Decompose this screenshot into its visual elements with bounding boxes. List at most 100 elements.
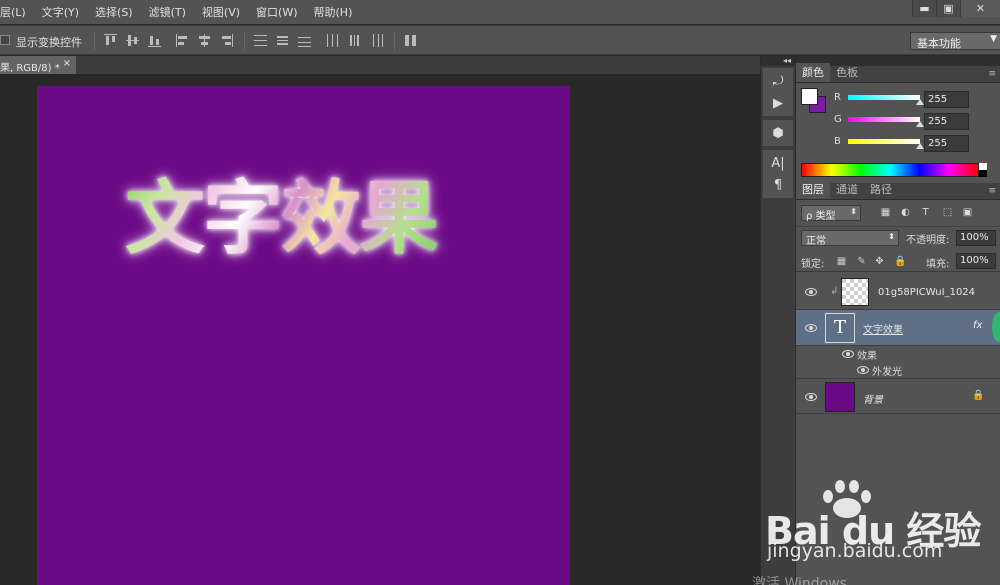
dock-group-3d: ⬢: [763, 120, 793, 146]
layer-row-selected[interactable]: T 文字效果 fx: [796, 310, 1000, 346]
minimize-button[interactable]: ▬: [912, 0, 936, 17]
channel-b-thumb[interactable]: [916, 143, 924, 149]
auto-align-icon[interactable]: [404, 34, 417, 47]
tab-color[interactable]: 颜色: [796, 63, 830, 82]
align-top-icon[interactable]: [104, 34, 117, 47]
distribute-left-icon[interactable]: [326, 34, 339, 47]
black-white-ramp[interactable]: [979, 163, 987, 177]
channel-r-value[interactable]: 255: [924, 91, 969, 108]
panel-menu-icon[interactable]: ≡: [988, 66, 1000, 82]
layer-filter-row: ρ 类型 ⬍ ▦ ◐ T ⬚ ▣: [796, 202, 1000, 224]
paragraph-icon[interactable]: ¶: [763, 174, 793, 196]
menu-view[interactable]: 视图(V): [194, 4, 248, 20]
lock-all-icon[interactable]: 🔒: [894, 256, 906, 267]
channel-b-slider[interactable]: [848, 139, 920, 144]
distribute-hcenter-icon[interactable]: [348, 34, 361, 47]
tab-channels[interactable]: 通道: [830, 180, 864, 199]
align-left-icon[interactable]: [176, 34, 189, 47]
channel-g-slider[interactable]: [848, 117, 920, 122]
lock-move-icon[interactable]: ✥: [874, 256, 885, 267]
filter-pixel-icon[interactable]: ▦: [880, 208, 891, 218]
menu-layer[interactable]: 层(L): [0, 4, 34, 20]
lock-icon: 🔒: [972, 390, 985, 401]
filter-adjustment-icon[interactable]: ◐: [900, 208, 911, 218]
separator: [244, 32, 245, 50]
filter-smart-object-icon[interactable]: ▣: [962, 208, 973, 218]
restore-button[interactable]: ▣: [936, 0, 960, 17]
actions-play-icon[interactable]: ▶: [763, 92, 793, 114]
menu-type[interactable]: 文字(Y): [34, 4, 87, 20]
distribute-top-icon[interactable]: [254, 34, 267, 47]
layer-row[interactable]: 背景 🔒: [796, 378, 1000, 414]
workspace-select-label: 基本功能: [917, 37, 961, 50]
lock-label: 锁定:: [801, 259, 825, 270]
layer-name[interactable]: 01g58PICWuI_1024: [878, 287, 975, 298]
distribute-bottom-icon[interactable]: [298, 34, 311, 47]
menu-filter[interactable]: 滤镜(T): [141, 4, 194, 20]
effects-row[interactable]: 效果: [796, 346, 1000, 362]
dock-collapse-button[interactable]: ◂◂: [761, 56, 795, 66]
eye-icon[interactable]: [805, 393, 817, 401]
watermark-url: jingyan.baidu.com: [767, 540, 943, 562]
show-transform-checkbox[interactable]: [0, 35, 10, 45]
window-controls: ▬ ▣ ✕: [912, 0, 1000, 17]
menu-help[interactable]: 帮助(H): [306, 4, 361, 20]
eye-icon[interactable]: [805, 324, 817, 332]
lock-transparency-icon[interactable]: ▦: [836, 256, 847, 267]
menu-window[interactable]: 窗口(W): [248, 4, 305, 20]
clip-arrow-icon: ↲: [830, 286, 839, 297]
opacity-field[interactable]: 100%: [956, 230, 996, 246]
distribute-right-icon[interactable]: [370, 34, 383, 47]
artboard[interactable]: 文字效果: [37, 86, 570, 585]
history-icon[interactable]: ⤾: [763, 70, 793, 92]
close-tab-icon[interactable]: ×: [63, 58, 71, 69]
dock-group-history: ⤾ ▶: [763, 68, 793, 116]
foreground-color-swatch[interactable]: [801, 88, 818, 105]
layer-name[interactable]: 文字效果: [863, 321, 903, 336]
canvas-area[interactable]: 文字效果: [0, 74, 760, 585]
align-bottom-icon[interactable]: [148, 34, 161, 47]
layer-thumbnail: [825, 382, 855, 412]
tab-swatches[interactable]: 色板: [830, 63, 864, 82]
fill-field[interactable]: 100%: [956, 253, 996, 269]
distribute-vcenter-icon[interactable]: [276, 34, 289, 47]
channel-g-label: G: [834, 114, 842, 125]
tab-layers[interactable]: 图层: [796, 180, 830, 199]
eye-icon[interactable]: [842, 350, 854, 358]
align-right-icon[interactable]: [220, 34, 233, 47]
channel-r-slider[interactable]: [848, 95, 920, 100]
channel-r-label: R: [834, 92, 841, 103]
align-vcenter-icon[interactable]: [126, 34, 139, 47]
filter-kind-label: ρ 类型: [806, 211, 836, 222]
color-spectrum-ramp[interactable]: [801, 163, 979, 177]
fx-icon[interactable]: fx: [973, 320, 982, 331]
close-button[interactable]: ✕: [960, 0, 1000, 17]
tab-paths[interactable]: 路径: [864, 180, 898, 199]
effects-label: 效果: [857, 351, 877, 362]
workspace-select[interactable]: 基本功能 ▼: [910, 32, 1000, 50]
channel-b-value[interactable]: 255: [924, 135, 969, 152]
canvas-text-layer[interactable]: 文字效果: [125, 154, 439, 270]
channel-r-thumb[interactable]: [916, 99, 924, 105]
filter-type-icon[interactable]: T: [920, 208, 931, 218]
eye-icon[interactable]: [857, 366, 869, 374]
layer-row[interactable]: ↲ 01g58PICWuI_1024: [796, 274, 1000, 310]
document-tab-strip: 果, RGB/8) * ×: [0, 56, 760, 74]
channel-g-thumb[interactable]: [916, 121, 924, 127]
effect-item-row[interactable]: 外发光: [796, 362, 1000, 378]
opacity-label: 不透明度:: [906, 235, 950, 246]
panel-menu-icon[interactable]: ≡: [988, 183, 1000, 199]
document-tab[interactable]: 果, RGB/8) * ×: [0, 56, 76, 74]
channel-g-value[interactable]: 255: [924, 113, 969, 130]
cube-3d-icon[interactable]: ⬢: [763, 122, 793, 144]
filter-kind-select[interactable]: ρ 类型 ⬍: [801, 205, 861, 222]
align-hcenter-icon[interactable]: [198, 34, 211, 47]
character-icon[interactable]: A|: [763, 152, 793, 174]
blend-row: 正常 ⬍ 不透明度: 100%: [796, 226, 1000, 248]
lock-brush-icon[interactable]: ✎: [856, 256, 867, 267]
menu-select[interactable]: 选择(S): [87, 4, 141, 20]
layer-name[interactable]: 背景: [863, 391, 883, 406]
blend-mode-select[interactable]: 正常 ⬍: [801, 230, 899, 247]
filter-shape-icon[interactable]: ⬚: [942, 208, 953, 218]
eye-icon[interactable]: [805, 288, 817, 296]
